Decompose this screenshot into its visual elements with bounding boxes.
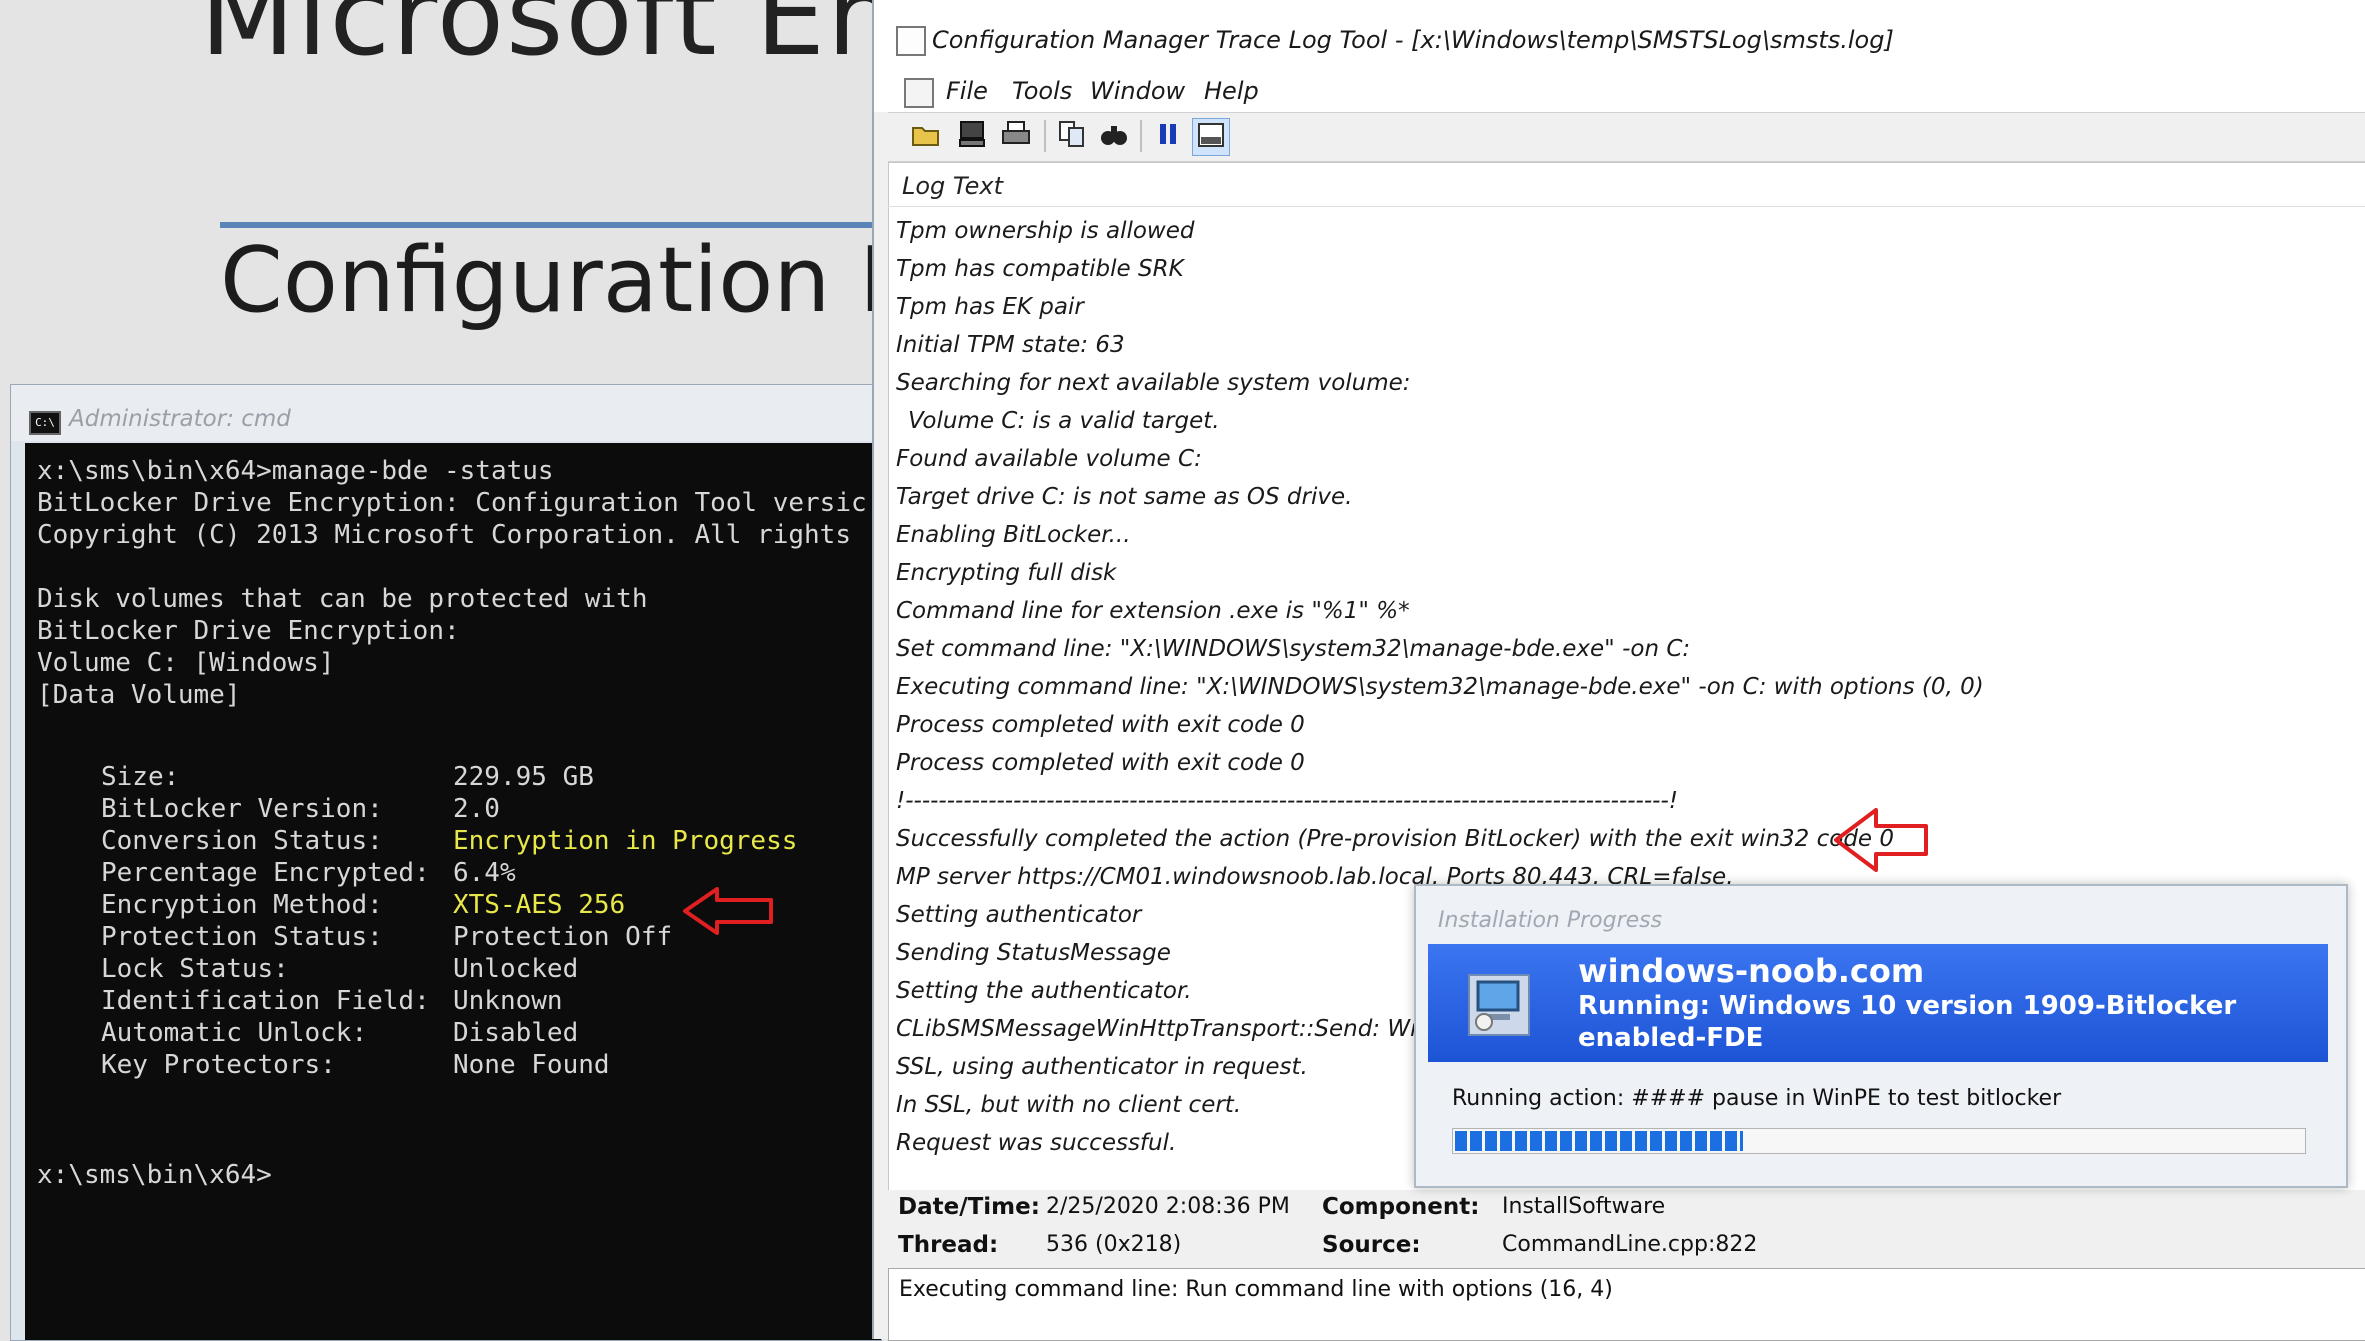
field-label: Percentage Encrypted: bbox=[101, 858, 430, 888]
trace-titlebar[interactable]: Configuration Manager Trace Log Tool - [… bbox=[874, 0, 2365, 71]
menu-help[interactable]: Help bbox=[1204, 70, 1259, 112]
progress-banner: windows-noob.com Running: Windows 10 ver… bbox=[1428, 944, 2328, 1062]
log-line[interactable]: Tpm has compatible SRK bbox=[896, 256, 1184, 282]
computer-setup-icon bbox=[1468, 974, 1530, 1036]
progress-bar bbox=[1452, 1128, 2306, 1154]
red-arrow-icon bbox=[683, 887, 773, 935]
log-line[interactable]: Target drive C: is not same as OS drive. bbox=[896, 484, 1352, 510]
log-line[interactable]: Process completed with exit code 0 bbox=[896, 750, 1305, 776]
field-label: Key Protectors: bbox=[101, 1050, 336, 1080]
thread-value: 536 (0x218) bbox=[1046, 1232, 1182, 1257]
app-icon bbox=[896, 26, 926, 56]
thread-label: Thread: bbox=[898, 1232, 999, 1258]
log-line[interactable]: Command line for extension .exe is "%1" … bbox=[896, 598, 1410, 624]
open-folder-icon[interactable] bbox=[908, 118, 944, 154]
panel-icon[interactable] bbox=[1192, 118, 1230, 156]
component-label: Component: bbox=[1322, 1194, 1480, 1220]
print-icon[interactable] bbox=[998, 118, 1034, 154]
copy-icon[interactable] bbox=[1054, 118, 1090, 154]
console-line: Volume C: [Windows] bbox=[37, 648, 335, 678]
field-value: 229.95 GB bbox=[453, 762, 594, 792]
cmd-window[interactable]: C:\ Administrator: cmd x:\sms\bin\x64>ma… bbox=[10, 384, 882, 1341]
menu-tools[interactable]: Tools bbox=[1012, 70, 1072, 112]
log-line[interactable]: Tpm ownership is allowed bbox=[896, 218, 1194, 244]
source-label: Source: bbox=[1322, 1232, 1421, 1258]
organization-name: windows-noob.com bbox=[1578, 952, 1925, 990]
progress-bar-fill bbox=[1455, 1131, 1743, 1151]
console-line: Disk volumes that can be protected with bbox=[37, 584, 648, 614]
menu-window[interactable]: Window bbox=[1090, 70, 1185, 112]
detail-text-box[interactable]: Executing command line: Run command line… bbox=[888, 1268, 2365, 1341]
field-value: Unknown bbox=[453, 986, 563, 1016]
dialog-title: Installation Progress bbox=[1438, 908, 1663, 933]
field-value: Disabled bbox=[453, 1018, 579, 1048]
log-line-success[interactable]: Successfully completed the action (Pre-p… bbox=[896, 826, 1894, 852]
field-label: Size: bbox=[101, 762, 180, 792]
red-arrow-icon bbox=[1834, 808, 1928, 872]
log-line[interactable]: Executing command line: "X:\WINDOWS\syst… bbox=[896, 674, 1984, 700]
log-line[interactable]: SSL, using authenticator in request. bbox=[896, 1054, 1308, 1080]
log-line[interactable]: Enabling BitLocker... bbox=[896, 522, 1131, 548]
log-line[interactable]: Encrypting full disk bbox=[896, 560, 1116, 586]
running-action-text: Running action: #### pause in WinPE to t… bbox=[1452, 1086, 2062, 1111]
log-line[interactable]: CLibSMSMessageWinHttpTransport::Send: Wi… bbox=[896, 1016, 1457, 1042]
log-text-column-header[interactable]: Log Text bbox=[902, 172, 1003, 200]
log-line[interactable]: Request was successful. bbox=[896, 1130, 1176, 1156]
window-title: Configuration Manager Trace Log Tool - [… bbox=[932, 26, 1894, 54]
log-line[interactable]: Setting authenticator bbox=[896, 902, 1141, 928]
log-line[interactable]: Sending StatusMessage bbox=[896, 940, 1171, 966]
computer-icon[interactable] bbox=[954, 118, 990, 154]
running-task-sequence: Running: Windows 10 version 1909-Bitlock… bbox=[1578, 991, 2237, 1053]
log-line[interactable]: In SSL, but with no client cert. bbox=[896, 1092, 1241, 1118]
background-title: Configuration M bbox=[220, 228, 937, 333]
console-line: BitLocker Drive Encryption: bbox=[37, 616, 460, 646]
field-value: None Found bbox=[453, 1050, 610, 1080]
cmd-title: Administrator: cmd bbox=[69, 406, 291, 432]
conversion-status-value: Encryption in Progress bbox=[453, 826, 798, 856]
pause-icon[interactable] bbox=[1150, 118, 1186, 154]
log-line[interactable]: Volume C: is a valid target. bbox=[908, 408, 1220, 434]
log-line[interactable]: Tpm has EK pair bbox=[896, 294, 1084, 320]
console-line: BitLocker Drive Encryption: Configuratio… bbox=[37, 488, 867, 518]
log-line[interactable]: !---------------------------------------… bbox=[896, 788, 1678, 814]
cmd-console[interactable]: x:\sms\bin\x64>manage-bde -status BitLoc… bbox=[25, 443, 881, 1340]
log-line[interactable]: Process completed with exit code 0 bbox=[896, 712, 1305, 738]
field-label: Automatic Unlock: bbox=[101, 1018, 368, 1048]
installation-progress-dialog[interactable]: Installation Progress windows-noob.com R… bbox=[1414, 884, 2348, 1188]
field-value: 6.4% bbox=[453, 858, 516, 888]
field-label: Encryption Method: bbox=[101, 890, 383, 920]
column-header-divider bbox=[888, 206, 2365, 207]
field-label: Conversion Status: bbox=[101, 826, 383, 856]
menu-file[interactable]: File bbox=[946, 70, 988, 112]
field-value: 2.0 bbox=[453, 794, 500, 824]
toolbar-separator bbox=[1044, 120, 1046, 152]
log-line[interactable]: Searching for next available system volu… bbox=[896, 370, 1411, 396]
log-line[interactable]: Set command line: "X:\WINDOWS\system32\m… bbox=[896, 636, 1690, 662]
console-prompt: x:\sms\bin\x64> bbox=[37, 1160, 272, 1190]
toolbar-separator bbox=[1140, 120, 1142, 152]
detail-text: Executing command line: Run command line… bbox=[899, 1277, 1613, 1302]
field-label: Protection Status: bbox=[101, 922, 383, 952]
find-icon[interactable] bbox=[1096, 118, 1132, 154]
datetime-label: Date/Time: bbox=[898, 1194, 1040, 1220]
log-line[interactable]: Found available volume C: bbox=[896, 446, 1202, 472]
source-value: CommandLine.cpp:822 bbox=[1502, 1232, 1758, 1257]
field-value: Unlocked bbox=[453, 954, 579, 984]
encryption-method-value: XTS-AES 256 bbox=[453, 890, 626, 920]
console-icon: C:\ bbox=[29, 411, 61, 435]
field-label: BitLocker Version: bbox=[101, 794, 383, 824]
document-icon[interactable] bbox=[904, 78, 934, 108]
field-value: Protection Off bbox=[453, 922, 673, 952]
console-line: [Data Volume] bbox=[37, 680, 241, 710]
console-line: x:\sms\bin\x64>manage-bde -status bbox=[37, 456, 554, 486]
console-line: Copyright (C) 2013 Microsoft Corporation… bbox=[37, 520, 851, 550]
cmd-titlebar[interactable]: C:\ Administrator: cmd bbox=[11, 385, 881, 441]
log-line[interactable]: Setting the authenticator. bbox=[896, 978, 1192, 1004]
datetime-value: 2/25/2020 2:08:36 PM bbox=[1046, 1194, 1290, 1219]
field-label: Lock Status: bbox=[101, 954, 289, 984]
log-line[interactable]: Initial TPM state: 63 bbox=[896, 332, 1125, 358]
field-label: Identification Field: bbox=[101, 986, 430, 1016]
component-value: InstallSoftware bbox=[1502, 1194, 1666, 1219]
